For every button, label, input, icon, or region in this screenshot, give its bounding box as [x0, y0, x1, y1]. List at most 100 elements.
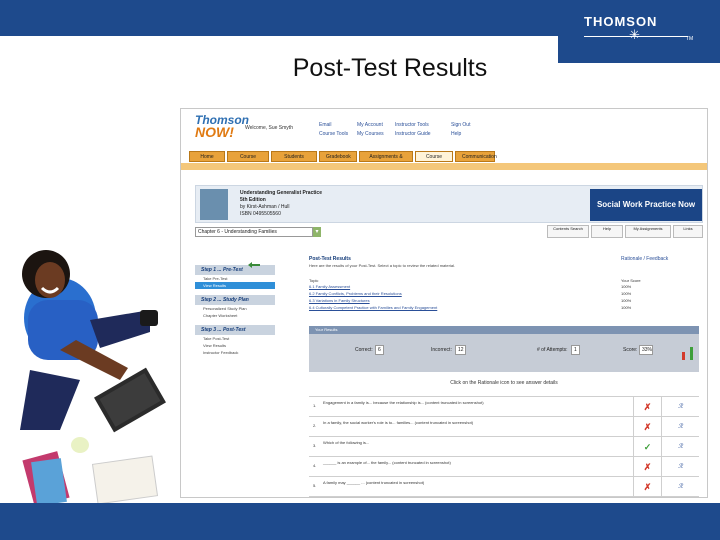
table-row: 5. A family may ______ ... (content trun…: [309, 477, 699, 497]
book-cover-icon: [200, 189, 228, 220]
topic-link[interactable]: 6.1 Family Assessment: [309, 284, 437, 291]
arrow-left-icon: [248, 262, 260, 268]
topic-score: 100%: [621, 291, 632, 296]
chapter-row: Chapter 6 - Understanding Families ▾ Con…: [195, 225, 703, 239]
incorrect-icon: ✗: [633, 457, 661, 477]
link-my-courses[interactable]: My Courses: [357, 130, 384, 139]
main-tabs: Home Course Students Gradebook Assignmen…: [189, 151, 497, 171]
nav-step-posttest[interactable]: Step 3 ... Post-Test: [195, 325, 275, 335]
rationale-icon[interactable]: ℛ: [661, 457, 699, 477]
incorrect-label: Incorrect:: [431, 347, 452, 353]
table-row: 1. Engagement in a family is... because …: [309, 397, 699, 417]
help-button[interactable]: Help: [591, 225, 623, 238]
social-work-practice-now-logo: Social Work Practice Now: [590, 189, 702, 221]
table-row: 2. In a family, the social worker's role…: [309, 417, 699, 437]
rationale-icon[interactable]: ℛ: [661, 437, 699, 457]
tab-gradebook[interactable]: Gradebook: [319, 151, 357, 162]
rationale-icon[interactable]: ℛ: [661, 477, 699, 497]
tab-students[interactable]: Students: [271, 151, 317, 162]
table-row: 4. ______ is an example of... the family…: [309, 457, 699, 477]
topic-list: Topic 6.1 Family Assessment 6.2 Family C…: [309, 278, 437, 312]
rationale-link[interactable]: Rationale / Feedback: [621, 256, 668, 262]
incorrect-icon: ✗: [633, 397, 661, 417]
logo-now: NOW!: [195, 124, 234, 140]
question-number: 2.: [313, 423, 317, 428]
rationale-icon[interactable]: ℛ: [661, 417, 699, 437]
nav-item-study-plan[interactable]: Personalized Study Plan: [195, 305, 275, 312]
attempts-value: 1: [571, 345, 580, 355]
correct-label: Correct:: [355, 347, 373, 353]
nav-item-worksheet[interactable]: Chapter Worksheet: [195, 312, 275, 319]
contents-search-button[interactable]: Contents Search: [547, 225, 589, 238]
rationale-icon[interactable]: ℛ: [661, 397, 699, 417]
question-table: 1. Engagement in a family is... because …: [309, 396, 699, 497]
topic-link[interactable]: 6.2 Family Conflicts, Problems and their…: [309, 291, 437, 298]
question-text: Engagement in a family is... because the…: [323, 400, 484, 405]
link-instructor-guide[interactable]: Instructor Guide: [395, 130, 431, 139]
welcome-text: Welcome, Sue Smyth: [245, 125, 293, 131]
topic-link[interactable]: 6.4 Culturally Competent Practice with F…: [309, 305, 437, 312]
content-description: Here are the results of your Post-Test. …: [309, 263, 456, 268]
incorrect-icon: ✗: [633, 417, 661, 437]
nav-item-view-results[interactable]: View Results: [195, 282, 275, 289]
course-title: Understanding Generalist Practice 5th Ed…: [240, 190, 322, 218]
chevron-down-icon[interactable]: ▾: [313, 227, 321, 237]
topic-link[interactable]: 6.3 Variations in Family Structures: [309, 298, 437, 305]
tab-assignments-tests[interactable]: Assignments & Tests: [359, 151, 413, 171]
score-label: Score:: [623, 347, 638, 353]
app-header: Thomson NOW! Welcome, Sue Smyth Email Co…: [181, 109, 707, 149]
question-number: 1.: [313, 403, 317, 408]
link-instructor-tools[interactable]: Instructor Tools: [395, 121, 431, 130]
content-title: Post-Test Results: [309, 256, 351, 262]
question-text: ______ is an example of... the family...…: [323, 460, 451, 465]
link-sign-out[interactable]: Sign Out: [451, 121, 470, 130]
nav-step-pretest[interactable]: Step 1 ... Pre-Test: [195, 265, 275, 275]
bottom-band: [0, 503, 720, 540]
nav-step-study-plan[interactable]: Step 2 ... Study Plan: [195, 295, 275, 305]
link-course-tools[interactable]: Course Tools: [319, 130, 348, 139]
question-note: Click on the Rationale icon to see answe…: [450, 380, 558, 386]
header-link-col3: Instructor Tools Instructor Guide: [395, 121, 431, 139]
question-text: In a family, the social worker's role is…: [323, 420, 474, 425]
question-text: Which of the following is...: [323, 440, 370, 445]
incorrect-value: 12: [455, 345, 466, 355]
correct-value: 6: [375, 345, 384, 355]
correct-icon: ✓: [633, 437, 661, 457]
my-assignments-button[interactable]: My Assignments: [625, 225, 671, 238]
header-link-col4: Sign Out Help: [451, 121, 470, 139]
star-icon: ✳: [629, 27, 640, 42]
score-chart-icon: [682, 347, 693, 360]
link-my-account[interactable]: My Account: [357, 121, 384, 130]
nav-item-feedback[interactable]: Instructor Feedback: [195, 349, 275, 356]
score-value: 33%: [639, 345, 653, 355]
nav-item-take-posttest[interactable]: Take Post-Test: [195, 335, 275, 342]
brand-tm: TM: [686, 36, 694, 42]
course-title-line: by Kirst-Ashman / Hull: [240, 204, 290, 210]
tab-communication[interactable]: Communication: [455, 151, 497, 162]
question-number: 4.: [313, 463, 317, 468]
attempts-label: # of Attempts:: [537, 347, 568, 353]
left-nav: Step 1 ... Pre-Test Take Pre-Test View R…: [195, 259, 275, 356]
results-header: Your Results: [309, 326, 699, 334]
thomsonnow-screenshot: Thomson NOW! Welcome, Sue Smyth Email Co…: [180, 108, 708, 498]
student-illustration: [20, 250, 166, 507]
question-number: 3.: [313, 443, 317, 448]
header-link-col2: My Account My Courses: [357, 121, 384, 139]
tab-course-materials[interactable]: Course Materials: [415, 151, 453, 171]
course-title-line: Understanding Generalist Practice: [240, 190, 322, 196]
topic-score: 100%: [621, 298, 632, 303]
tab-course[interactable]: Course: [227, 151, 269, 162]
question-text: A family may ______ ... (content truncat…: [323, 480, 425, 485]
link-help[interactable]: Help: [451, 130, 470, 139]
incorrect-icon: ✗: [633, 477, 661, 497]
results-summary: Your Results Correct: 6 Incorrect: 12 # …: [309, 326, 699, 374]
nav-item-posttest-results[interactable]: View Results: [195, 342, 275, 349]
chapter-select[interactable]: Chapter 6 - Understanding Families: [195, 227, 313, 237]
tab-home[interactable]: Home: [189, 151, 225, 162]
course-title-line: 5th Edition: [240, 197, 266, 203]
link-email[interactable]: Email: [319, 121, 348, 130]
course-banner: Understanding Generalist Practice 5th Ed…: [195, 185, 703, 223]
topic-score: 100%: [621, 284, 632, 289]
links-button[interactable]: Links: [673, 225, 703, 238]
nav-item-take-pretest[interactable]: Take Pre-Test: [195, 275, 275, 282]
